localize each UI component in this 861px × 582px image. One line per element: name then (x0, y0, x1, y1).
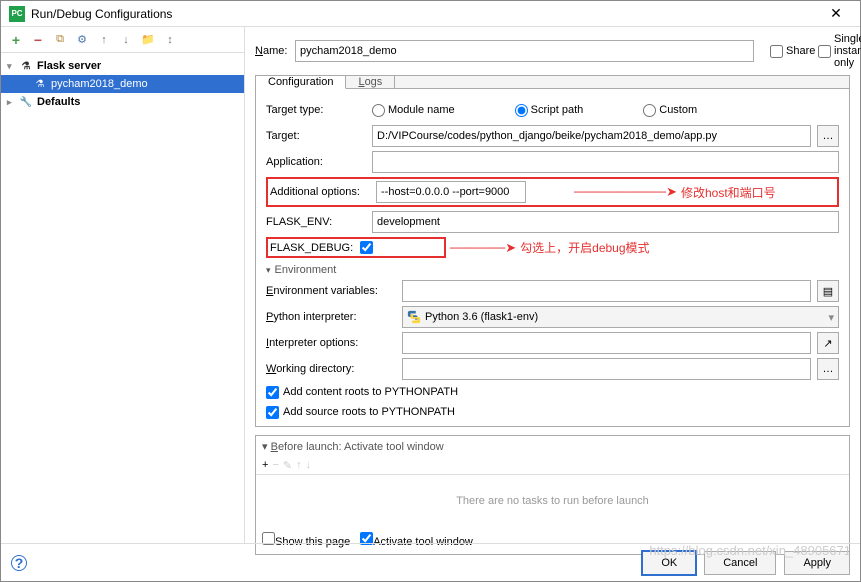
source-roots-label: Add source roots to PYTHONPATH (283, 406, 455, 418)
chevron-down-icon: ▾ (7, 61, 19, 72)
tree-label: Flask server (37, 60, 101, 72)
copy-config-button[interactable]: ⧉ (51, 31, 69, 49)
tasks-empty: There are no tasks to run before launch (256, 474, 849, 526)
chevron-right-icon: ▸ (7, 97, 19, 108)
radio-custom[interactable]: Custom (643, 104, 697, 117)
tree-flask-server[interactable]: ▾ ⚗ Flask server (1, 57, 244, 75)
name-input[interactable] (295, 40, 754, 62)
tree-label: Defaults (37, 96, 80, 108)
flask-env-label: FLASK_ENV: (266, 216, 366, 228)
add-task-button[interactable]: + (262, 459, 268, 472)
app-icon: PC (9, 6, 25, 22)
environment-section[interactable]: ▾ Environment (266, 264, 839, 276)
workdir-label: Working directory: (266, 363, 396, 375)
arrow-icon: ──────────➤ (570, 184, 681, 200)
python-icon (407, 310, 421, 324)
folder-icon[interactable]: 📁 (139, 31, 157, 49)
share-checkbox[interactable]: Share (770, 45, 802, 58)
annotation-debug: 勾选上，开启debug模式 (520, 239, 649, 256)
single-instance-checkbox[interactable]: Single instance only (818, 33, 850, 69)
cancel-button[interactable]: Cancel (704, 551, 776, 575)
content-roots-checkbox[interactable] (266, 386, 279, 399)
workdir-input[interactable] (402, 358, 811, 380)
source-roots-checkbox[interactable] (266, 406, 279, 419)
application-input[interactable] (372, 151, 839, 173)
content-roots-label: Add content roots to PYTHONPATH (283, 386, 458, 398)
task-down-button: ↓ (306, 459, 312, 472)
interpreter-select[interactable]: Python 3.6 (flask1-env) ▾ (402, 306, 839, 328)
target-input[interactable] (372, 125, 811, 147)
task-up-button: ↑ (296, 459, 302, 472)
flask-icon: ⚗ (19, 59, 33, 73)
chevron-down-icon: ▾ (828, 311, 834, 324)
config-tree[interactable]: ▾ ⚗ Flask server ⚗ pycham2018_demo ▸ 🔧 D… (1, 53, 244, 543)
remove-task-button: − (272, 459, 278, 472)
arrow-icon: ──────➤ (446, 240, 520, 256)
radio-script[interactable]: Script path (515, 104, 584, 117)
caret-down-icon: ▾ (262, 441, 268, 453)
interpreter-label: Python interpreter: (266, 311, 396, 323)
close-icon[interactable]: ✕ (820, 5, 852, 22)
tree-label: pycham2018_demo (51, 78, 148, 90)
annotation-host: 修改host和端口号 (681, 184, 776, 201)
radio-module[interactable]: Module name (372, 104, 455, 117)
edit-task-button: ✎ (283, 459, 292, 472)
browse-button[interactable]: … (817, 125, 839, 147)
settings-icon[interactable]: ⚙ (73, 31, 91, 49)
env-vars-label: Environment variables: (266, 285, 396, 297)
remove-config-button[interactable]: − (29, 31, 47, 49)
tree-selected-config[interactable]: ⚗ pycham2018_demo (1, 75, 244, 93)
caret-down-icon: ▾ (266, 265, 271, 276)
tab-configuration[interactable]: Configuration (256, 76, 346, 89)
tree-defaults[interactable]: ▸ 🔧 Defaults (1, 93, 244, 111)
additional-options-input[interactable] (376, 181, 526, 203)
wrench-icon: 🔧 (19, 95, 33, 109)
add-config-button[interactable]: + (7, 31, 25, 49)
help-button[interactable]: ? (11, 555, 27, 571)
flask-icon: ⚗ (33, 77, 47, 91)
before-launch-header[interactable]: ▾ Before launch: Activate tool window (256, 436, 849, 457)
name-label: Name: (255, 45, 287, 57)
flask-debug-label: FLASK_DEBUG: (270, 242, 360, 254)
apply-button[interactable]: Apply (784, 551, 850, 575)
env-vars-input[interactable] (402, 280, 811, 302)
tab-logs[interactable]: Logs (346, 76, 395, 88)
up-icon[interactable]: ↑ (95, 31, 113, 49)
application-label: Application: (266, 156, 366, 168)
flask-env-input[interactable] (372, 211, 839, 233)
interp-opts-input[interactable] (402, 332, 811, 354)
interp-opts-label: Interpreter options: (266, 337, 396, 349)
expand-button[interactable]: ↗ (817, 332, 839, 354)
target-type-label: Target type: (266, 104, 366, 116)
flask-debug-checkbox[interactable] (360, 241, 373, 254)
workdir-browse-button[interactable]: … (817, 358, 839, 380)
collapse-icon[interactable]: ↕ (161, 31, 179, 49)
env-vars-browse-button[interactable]: ▤ (817, 280, 839, 302)
ok-button[interactable]: OK (642, 551, 696, 575)
down-icon[interactable]: ↓ (117, 31, 135, 49)
additional-options-label: Additional options: (270, 186, 370, 198)
window-title: Run/Debug Configurations (31, 7, 820, 21)
target-label: Target: (266, 130, 366, 142)
